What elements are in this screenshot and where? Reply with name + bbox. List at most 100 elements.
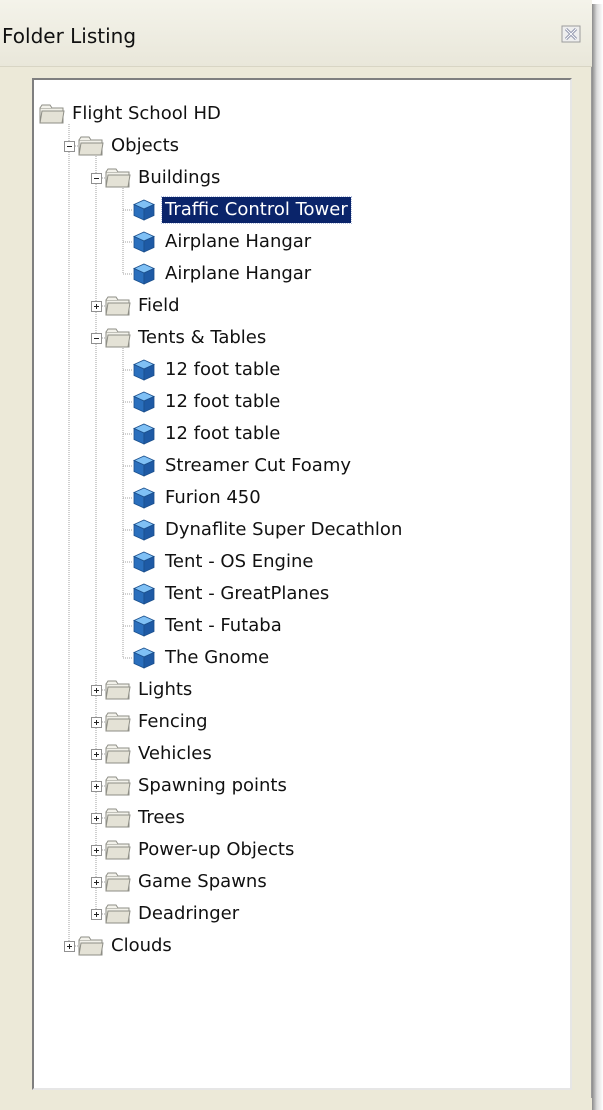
expand-plus-icon[interactable] — [91, 717, 102, 728]
tree-object-12-foot-table[interactable]: 12 foot table — [0, 388, 570, 418]
expand-plus-icon[interactable] — [64, 941, 75, 952]
collapse-minus-icon[interactable] — [91, 333, 102, 344]
tree-item-label[interactable]: Airplane Hangar — [162, 261, 314, 287]
tree-item-label[interactable]: 12 foot table — [162, 421, 283, 447]
tree-folder-objects[interactable]: Objects — [0, 132, 570, 162]
tree-item-label[interactable]: Tent - Futaba — [162, 613, 285, 639]
tree-item-label[interactable]: Field — [135, 293, 183, 319]
tree-object-12-foot-table[interactable]: 12 foot table — [0, 420, 570, 450]
object-cube-icon — [132, 358, 158, 382]
tree-folder-power-up-objects[interactable]: Power-up Objects — [0, 836, 570, 866]
tree-folder-spawning-points[interactable]: Spawning points — [0, 772, 570, 802]
tree-folder-field[interactable]: Field — [0, 292, 570, 322]
tree-folder-vehicles[interactable]: Vehicles — [0, 740, 570, 770]
expand-plus-icon[interactable] — [91, 813, 102, 824]
tree-item-label[interactable]: Dynaflite Super Decathlon — [162, 517, 405, 543]
tree-item-label[interactable]: Deadringer — [135, 901, 242, 927]
folder-icon — [105, 775, 131, 799]
window-title: Folder Listing — [2, 24, 137, 48]
tree-object-12-foot-table[interactable]: 12 foot table — [0, 356, 570, 386]
tree-item-label[interactable]: Tent - OS Engine — [162, 549, 316, 575]
tree-folder-flight-school-hd[interactable]: Flight School HD — [0, 100, 570, 130]
tree-item-label[interactable]: Airplane Hangar — [162, 229, 314, 255]
tree-folder-buildings[interactable]: Buildings — [0, 164, 570, 194]
tree-folder-lights[interactable]: Lights — [0, 676, 570, 706]
folder-icon — [39, 103, 65, 127]
object-cube-icon — [132, 614, 158, 638]
tree-object-furion-450[interactable]: Furion 450 — [0, 484, 570, 514]
tree-item-label[interactable]: Spawning points — [135, 773, 290, 799]
tree-item-label[interactable]: Tent - GreatPlanes — [162, 581, 332, 607]
tree-object-tent-os-engine[interactable]: Tent - OS Engine — [0, 548, 570, 578]
object-cube-icon — [132, 550, 158, 574]
tree-item-label[interactable]: Furion 450 — [162, 485, 264, 511]
tree-folder-deadringer[interactable]: Deadringer — [0, 900, 570, 930]
tree-folder-game-spawns[interactable]: Game Spawns — [0, 868, 570, 898]
tree-object-traffic-control-tower[interactable]: Traffic Control Tower — [0, 196, 570, 226]
tree-item-label[interactable]: Tents & Tables — [135, 325, 269, 351]
folder-icon — [105, 327, 131, 351]
object-cube-icon — [132, 262, 158, 286]
expand-plus-icon[interactable] — [91, 781, 102, 792]
folder-icon — [78, 135, 104, 159]
object-cube-icon — [132, 390, 158, 414]
tree-item-label[interactable]: Streamer Cut Foamy — [162, 453, 354, 479]
folder-icon — [105, 807, 131, 831]
object-cube-icon — [132, 230, 158, 254]
bottom-edge — [0, 1098, 592, 1110]
expand-plus-icon[interactable] — [91, 845, 102, 856]
folder-icon — [105, 903, 131, 927]
title-bar[interactable]: Folder Listing — [0, 0, 592, 67]
tree-object-streamer-cut-foamy[interactable]: Streamer Cut Foamy — [0, 452, 570, 482]
tree-object-the-gnome[interactable]: The Gnome — [0, 644, 570, 674]
tree-folder-fencing[interactable]: Fencing — [0, 708, 570, 738]
folder-icon — [78, 935, 104, 959]
tree-folder-clouds[interactable]: Clouds — [0, 932, 570, 962]
tree-item-label[interactable]: Power-up Objects — [135, 837, 297, 863]
close-button[interactable] — [558, 22, 584, 46]
expand-plus-icon[interactable] — [91, 909, 102, 920]
object-cube-icon — [132, 518, 158, 542]
tree-item-label[interactable]: Objects — [108, 133, 182, 159]
collapse-minus-icon[interactable] — [91, 173, 102, 184]
folder-icon — [105, 711, 131, 735]
folder-icon — [105, 839, 131, 863]
tree-item-label[interactable]: Fencing — [135, 709, 211, 735]
tree-item-label[interactable]: The Gnome — [162, 645, 272, 671]
tree-item-label[interactable]: 12 foot table — [162, 389, 283, 415]
tree-object-airplane-hangar[interactable]: Airplane Hangar — [0, 260, 570, 290]
folder-icon — [105, 743, 131, 767]
object-cube-icon — [132, 454, 158, 478]
folder-icon — [105, 295, 131, 319]
expand-plus-icon[interactable] — [91, 749, 102, 760]
tree-object-dynaflite-super-decathlon[interactable]: Dynaflite Super Decathlon — [0, 516, 570, 546]
tree-item-label[interactable]: Lights — [135, 677, 195, 703]
expand-plus-icon[interactable] — [91, 877, 102, 888]
folder-icon — [105, 679, 131, 703]
tree-item-label[interactable]: Clouds — [108, 933, 175, 959]
tree-folder-tents-and-tables[interactable]: Tents & Tables — [0, 324, 570, 354]
object-cube-icon — [132, 582, 158, 606]
object-cube-icon — [132, 198, 158, 222]
tree-item-label[interactable]: Trees — [135, 805, 188, 831]
folder-icon — [105, 871, 131, 895]
tree-item-label[interactable]: 12 foot table — [162, 357, 283, 383]
tree-object-tent-futaba[interactable]: Tent - Futaba — [0, 612, 570, 642]
window-shadow — [592, 4, 603, 1110]
object-cube-icon — [132, 646, 158, 670]
expand-plus-icon[interactable] — [91, 685, 102, 696]
tree-object-airplane-hangar[interactable]: Airplane Hangar — [0, 228, 570, 258]
collapse-minus-icon[interactable] — [64, 141, 75, 152]
object-cube-icon — [132, 422, 158, 446]
tree-item-label[interactable]: Game Spawns — [135, 869, 270, 895]
tree-item-label[interactable]: Buildings — [135, 165, 223, 191]
object-cube-icon — [132, 486, 158, 510]
tree-item-label[interactable]: Traffic Control Tower — [161, 196, 352, 224]
close-x-icon — [561, 25, 581, 43]
tree-item-label[interactable]: Vehicles — [135, 741, 215, 767]
expand-plus-icon[interactable] — [91, 301, 102, 312]
folder-icon — [105, 167, 131, 191]
tree-item-label[interactable]: Flight School HD — [69, 101, 224, 127]
tree-object-tent-greatplanes[interactable]: Tent - GreatPlanes — [0, 580, 570, 610]
tree-folder-trees[interactable]: Trees — [0, 804, 570, 834]
